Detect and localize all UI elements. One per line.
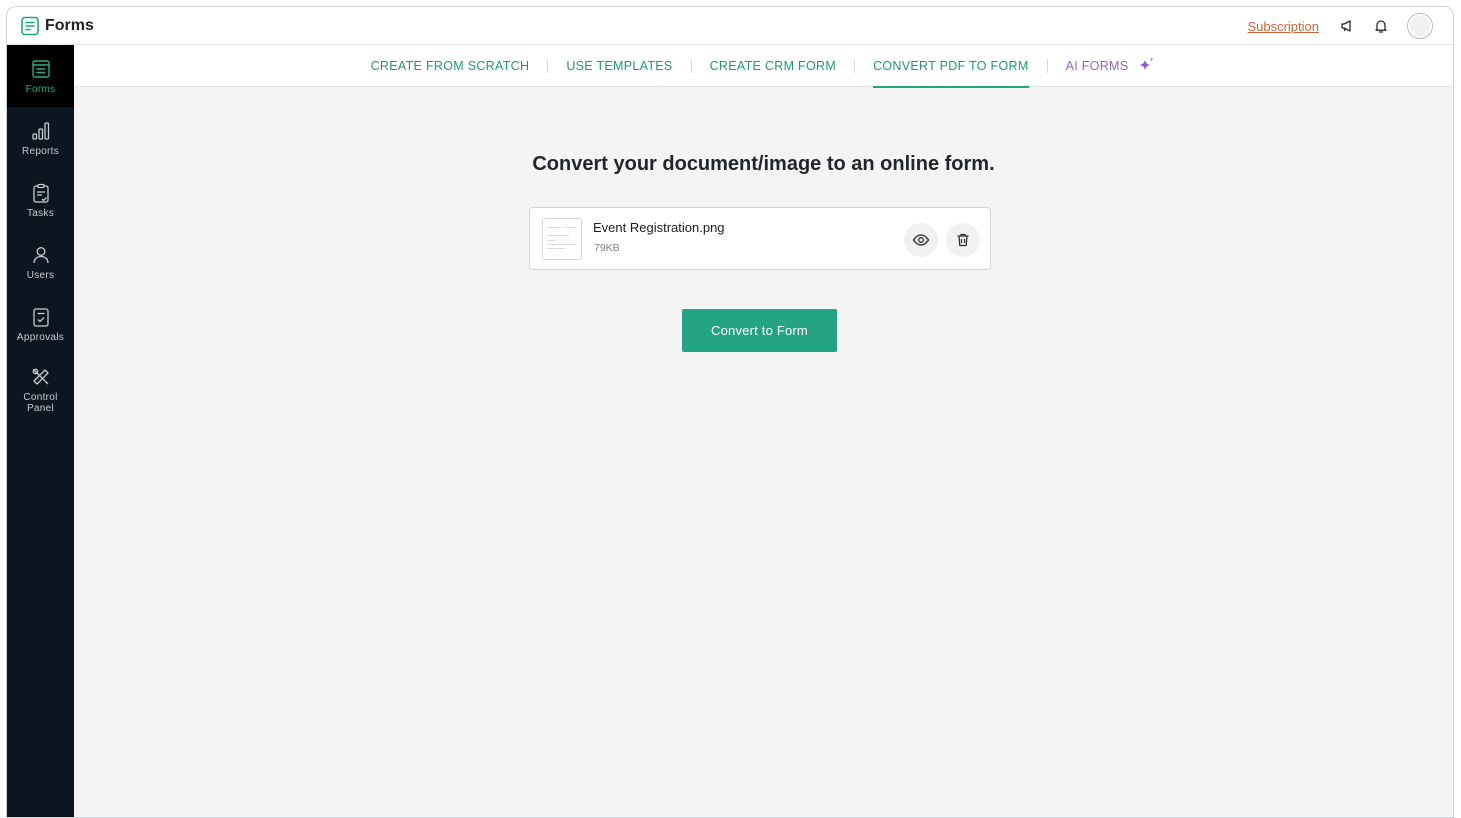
sidebar-item-label: Tasks (26, 207, 55, 219)
tasks-icon (32, 183, 49, 203)
sidebar-item-control-panel[interactable]: Control Panel (7, 355, 74, 425)
convert-to-form-button[interactable]: Convert to Form (682, 309, 837, 352)
sidebar-item-reports[interactable]: Reports (7, 107, 74, 169)
forms-logo-icon (21, 16, 39, 35)
approvals-icon (32, 307, 49, 327)
tab-use-templates[interactable]: USE TEMPLATES (548, 45, 690, 87)
sidebar-item-label: Approvals (16, 331, 65, 343)
announcement-icon[interactable] (1339, 17, 1357, 35)
tab-ai-forms-label: AI FORMS (1065, 58, 1129, 73)
sidebar-item-label: Reports (21, 145, 60, 157)
sidebar: Forms Reports Tasks Users Approvals Cont… (7, 45, 74, 817)
delete-file-button[interactable] (946, 223, 980, 257)
tab-convert-pdf-to-form[interactable]: CONVERT PDF TO FORM (855, 45, 1047, 88)
user-avatar[interactable] (1407, 13, 1433, 39)
tools-icon (32, 368, 49, 385)
tab-ai-forms[interactable]: AI FORMS (1048, 45, 1175, 87)
file-thumbnail (542, 218, 582, 260)
sidebar-item-approvals[interactable]: Approvals (7, 293, 74, 355)
tab-create-from-scratch[interactable]: CREATE FROM SCRATCH (353, 45, 548, 87)
file-name: Event Registration.png (593, 220, 725, 235)
reports-icon (31, 121, 49, 140)
eye-icon (912, 234, 930, 246)
sidebar-item-label: Control Panel (23, 392, 58, 414)
top-right-actions: Subscription (1247, 7, 1433, 45)
uploaded-file-card: Event Registration.png 79KB (529, 207, 991, 270)
sidebar-item-label: Users (26, 269, 55, 281)
trash-icon (957, 233, 969, 247)
subscription-link[interactable]: Subscription (1247, 19, 1319, 34)
creation-tabs: CREATE FROM SCRATCH USE TEMPLATES CREATE… (74, 45, 1453, 88)
sidebar-item-forms[interactable]: Forms (7, 45, 74, 107)
brand[interactable]: Forms (20, 16, 94, 36)
app-window: Forms Subscription Forms Reports Tasks U… (6, 6, 1454, 818)
sidebar-item-label: Forms (25, 83, 56, 95)
top-bar: Forms Subscription (7, 7, 1453, 45)
file-size: 79KB (594, 242, 620, 254)
forms-icon (31, 59, 50, 78)
app-title: Forms (45, 16, 94, 34)
avatar-placeholder-icon (1410, 16, 1430, 36)
notification-bell-icon[interactable] (1372, 17, 1390, 35)
page-title: Convert your document/image to an online… (532, 153, 995, 175)
preview-file-button[interactable] (904, 223, 938, 257)
tab-create-crm-form[interactable]: CREATE CRM FORM (692, 45, 855, 87)
main-content: Convert your document/image to an online… (74, 87, 1453, 817)
sidebar-item-tasks[interactable]: Tasks (7, 169, 74, 231)
user-icon (32, 246, 49, 263)
sidebar-item-users[interactable]: Users (7, 231, 74, 293)
sparkle-icon (1139, 56, 1155, 70)
